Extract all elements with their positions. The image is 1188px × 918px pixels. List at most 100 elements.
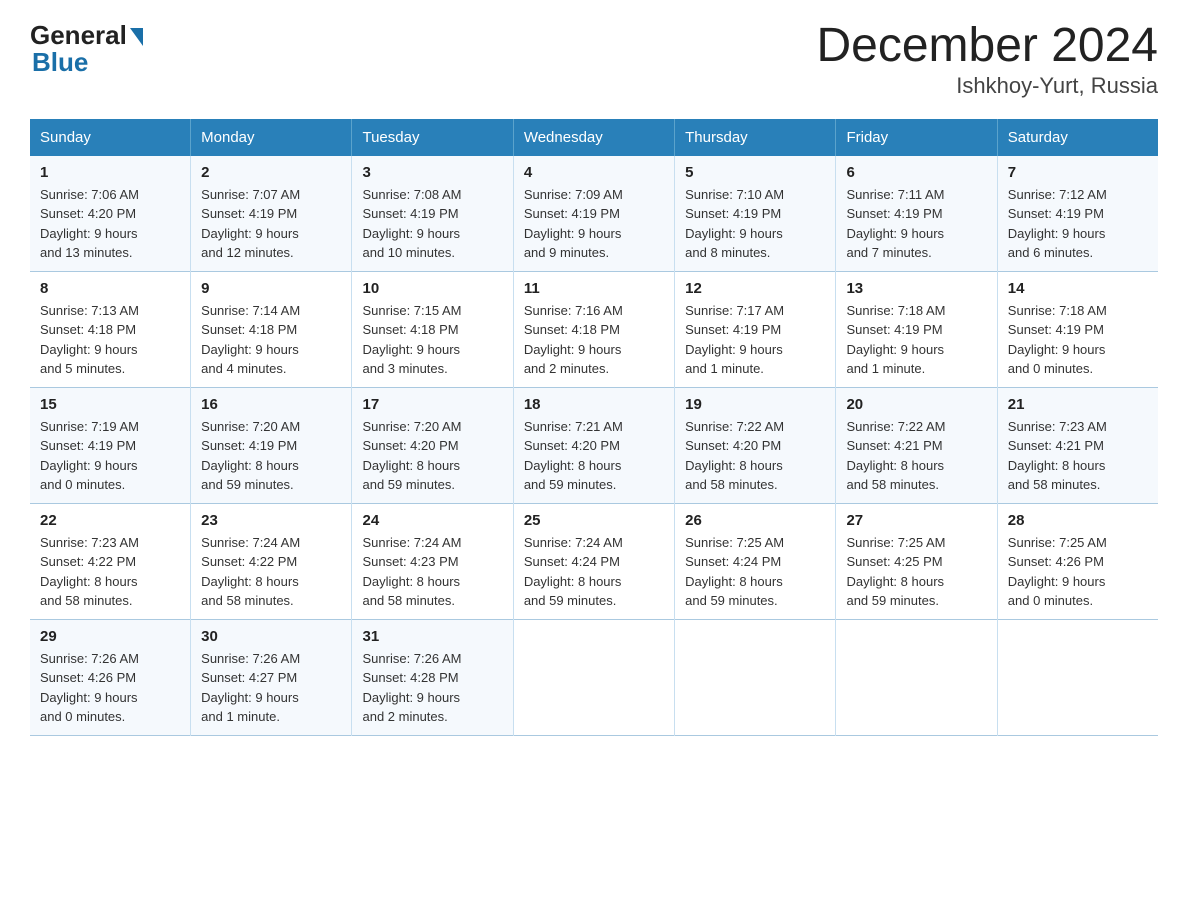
day-number: 17 <box>362 396 502 413</box>
day-info: Sunrise: 7:19 AMSunset: 4:19 PMDaylight:… <box>40 417 180 495</box>
calendar-cell: 13 Sunrise: 7:18 AMSunset: 4:19 PMDaylig… <box>836 271 997 387</box>
calendar-cell: 4 Sunrise: 7:09 AMSunset: 4:19 PMDayligh… <box>513 156 674 272</box>
calendar-cell <box>675 619 836 735</box>
calendar-cell: 12 Sunrise: 7:17 AMSunset: 4:19 PMDaylig… <box>675 271 836 387</box>
calendar-week-row: 1 Sunrise: 7:06 AMSunset: 4:20 PMDayligh… <box>30 156 1158 272</box>
logo: General Blue <box>30 20 143 78</box>
title-block: December 2024 Ishkhoy-Yurt, Russia <box>816 20 1158 99</box>
day-number: 18 <box>524 396 664 413</box>
day-info: Sunrise: 7:09 AMSunset: 4:19 PMDaylight:… <box>524 185 664 263</box>
calendar-cell: 28 Sunrise: 7:25 AMSunset: 4:26 PMDaylig… <box>997 503 1158 619</box>
day-info: Sunrise: 7:20 AMSunset: 4:20 PMDaylight:… <box>362 417 502 495</box>
day-info: Sunrise: 7:24 AMSunset: 4:23 PMDaylight:… <box>362 533 502 611</box>
calendar-cell: 15 Sunrise: 7:19 AMSunset: 4:19 PMDaylig… <box>30 387 191 503</box>
day-number: 25 <box>524 512 664 529</box>
day-number: 5 <box>685 164 825 181</box>
day-info: Sunrise: 7:23 AMSunset: 4:22 PMDaylight:… <box>40 533 180 611</box>
day-number: 13 <box>846 280 986 297</box>
calendar-cell: 3 Sunrise: 7:08 AMSunset: 4:19 PMDayligh… <box>352 156 513 272</box>
calendar-cell: 19 Sunrise: 7:22 AMSunset: 4:20 PMDaylig… <box>675 387 836 503</box>
day-number: 8 <box>40 280 180 297</box>
day-info: Sunrise: 7:18 AMSunset: 4:19 PMDaylight:… <box>846 301 986 379</box>
day-info: Sunrise: 7:26 AMSunset: 4:28 PMDaylight:… <box>362 649 502 727</box>
day-info: Sunrise: 7:15 AMSunset: 4:18 PMDaylight:… <box>362 301 502 379</box>
calendar-cell: 6 Sunrise: 7:11 AMSunset: 4:19 PMDayligh… <box>836 156 997 272</box>
day-info: Sunrise: 7:08 AMSunset: 4:19 PMDaylight:… <box>362 185 502 263</box>
calendar-cell: 7 Sunrise: 7:12 AMSunset: 4:19 PMDayligh… <box>997 156 1158 272</box>
calendar-week-row: 8 Sunrise: 7:13 AMSunset: 4:18 PMDayligh… <box>30 271 1158 387</box>
header-thursday: Thursday <box>675 119 836 156</box>
page-header: General Blue December 2024 Ishkhoy-Yurt,… <box>30 20 1158 99</box>
day-info: Sunrise: 7:18 AMSunset: 4:19 PMDaylight:… <box>1008 301 1148 379</box>
calendar-subtitle: Ishkhoy-Yurt, Russia <box>816 73 1158 99</box>
calendar-cell: 14 Sunrise: 7:18 AMSunset: 4:19 PMDaylig… <box>997 271 1158 387</box>
header-friday: Friday <box>836 119 997 156</box>
calendar-cell: 31 Sunrise: 7:26 AMSunset: 4:28 PMDaylig… <box>352 619 513 735</box>
day-info: Sunrise: 7:26 AMSunset: 4:26 PMDaylight:… <box>40 649 180 727</box>
day-info: Sunrise: 7:21 AMSunset: 4:20 PMDaylight:… <box>524 417 664 495</box>
calendar-cell: 17 Sunrise: 7:20 AMSunset: 4:20 PMDaylig… <box>352 387 513 503</box>
day-info: Sunrise: 7:25 AMSunset: 4:25 PMDaylight:… <box>846 533 986 611</box>
day-number: 22 <box>40 512 180 529</box>
day-number: 19 <box>685 396 825 413</box>
day-number: 2 <box>201 164 341 181</box>
day-number: 6 <box>846 164 986 181</box>
calendar-header-row: Sunday Monday Tuesday Wednesday Thursday… <box>30 119 1158 156</box>
day-number: 30 <box>201 628 341 645</box>
header-monday: Monday <box>191 119 352 156</box>
calendar-cell: 20 Sunrise: 7:22 AMSunset: 4:21 PMDaylig… <box>836 387 997 503</box>
day-info: Sunrise: 7:24 AMSunset: 4:24 PMDaylight:… <box>524 533 664 611</box>
day-info: Sunrise: 7:22 AMSunset: 4:21 PMDaylight:… <box>846 417 986 495</box>
calendar-table: Sunday Monday Tuesday Wednesday Thursday… <box>30 119 1158 736</box>
calendar-cell: 26 Sunrise: 7:25 AMSunset: 4:24 PMDaylig… <box>675 503 836 619</box>
calendar-cell: 18 Sunrise: 7:21 AMSunset: 4:20 PMDaylig… <box>513 387 674 503</box>
calendar-week-row: 15 Sunrise: 7:19 AMSunset: 4:19 PMDaylig… <box>30 387 1158 503</box>
day-number: 29 <box>40 628 180 645</box>
day-info: Sunrise: 7:25 AMSunset: 4:26 PMDaylight:… <box>1008 533 1148 611</box>
header-tuesday: Tuesday <box>352 119 513 156</box>
day-info: Sunrise: 7:20 AMSunset: 4:19 PMDaylight:… <box>201 417 341 495</box>
day-info: Sunrise: 7:12 AMSunset: 4:19 PMDaylight:… <box>1008 185 1148 263</box>
day-info: Sunrise: 7:06 AMSunset: 4:20 PMDaylight:… <box>40 185 180 263</box>
day-number: 28 <box>1008 512 1148 529</box>
day-info: Sunrise: 7:22 AMSunset: 4:20 PMDaylight:… <box>685 417 825 495</box>
calendar-cell <box>997 619 1158 735</box>
calendar-cell: 2 Sunrise: 7:07 AMSunset: 4:19 PMDayligh… <box>191 156 352 272</box>
day-number: 4 <box>524 164 664 181</box>
calendar-cell: 23 Sunrise: 7:24 AMSunset: 4:22 PMDaylig… <box>191 503 352 619</box>
day-info: Sunrise: 7:10 AMSunset: 4:19 PMDaylight:… <box>685 185 825 263</box>
header-wednesday: Wednesday <box>513 119 674 156</box>
day-number: 21 <box>1008 396 1148 413</box>
header-sunday: Sunday <box>30 119 191 156</box>
calendar-cell: 11 Sunrise: 7:16 AMSunset: 4:18 PMDaylig… <box>513 271 674 387</box>
calendar-cell: 29 Sunrise: 7:26 AMSunset: 4:26 PMDaylig… <box>30 619 191 735</box>
calendar-cell <box>513 619 674 735</box>
day-info: Sunrise: 7:25 AMSunset: 4:24 PMDaylight:… <box>685 533 825 611</box>
day-info: Sunrise: 7:11 AMSunset: 4:19 PMDaylight:… <box>846 185 986 263</box>
calendar-week-row: 29 Sunrise: 7:26 AMSunset: 4:26 PMDaylig… <box>30 619 1158 735</box>
day-info: Sunrise: 7:23 AMSunset: 4:21 PMDaylight:… <box>1008 417 1148 495</box>
calendar-cell: 27 Sunrise: 7:25 AMSunset: 4:25 PMDaylig… <box>836 503 997 619</box>
calendar-title: December 2024 <box>816 20 1158 73</box>
calendar-cell: 25 Sunrise: 7:24 AMSunset: 4:24 PMDaylig… <box>513 503 674 619</box>
calendar-cell: 1 Sunrise: 7:06 AMSunset: 4:20 PMDayligh… <box>30 156 191 272</box>
day-info: Sunrise: 7:07 AMSunset: 4:19 PMDaylight:… <box>201 185 341 263</box>
calendar-cell: 9 Sunrise: 7:14 AMSunset: 4:18 PMDayligh… <box>191 271 352 387</box>
day-number: 24 <box>362 512 502 529</box>
day-number: 23 <box>201 512 341 529</box>
calendar-cell: 16 Sunrise: 7:20 AMSunset: 4:19 PMDaylig… <box>191 387 352 503</box>
day-number: 14 <box>1008 280 1148 297</box>
calendar-cell: 22 Sunrise: 7:23 AMSunset: 4:22 PMDaylig… <box>30 503 191 619</box>
calendar-cell: 10 Sunrise: 7:15 AMSunset: 4:18 PMDaylig… <box>352 271 513 387</box>
calendar-cell: 5 Sunrise: 7:10 AMSunset: 4:19 PMDayligh… <box>675 156 836 272</box>
day-info: Sunrise: 7:24 AMSunset: 4:22 PMDaylight:… <box>201 533 341 611</box>
day-number: 27 <box>846 512 986 529</box>
calendar-cell: 21 Sunrise: 7:23 AMSunset: 4:21 PMDaylig… <box>997 387 1158 503</box>
calendar-week-row: 22 Sunrise: 7:23 AMSunset: 4:22 PMDaylig… <box>30 503 1158 619</box>
calendar-cell: 30 Sunrise: 7:26 AMSunset: 4:27 PMDaylig… <box>191 619 352 735</box>
header-saturday: Saturday <box>997 119 1158 156</box>
day-number: 3 <box>362 164 502 181</box>
day-number: 11 <box>524 280 664 297</box>
day-number: 9 <box>201 280 341 297</box>
calendar-cell <box>836 619 997 735</box>
